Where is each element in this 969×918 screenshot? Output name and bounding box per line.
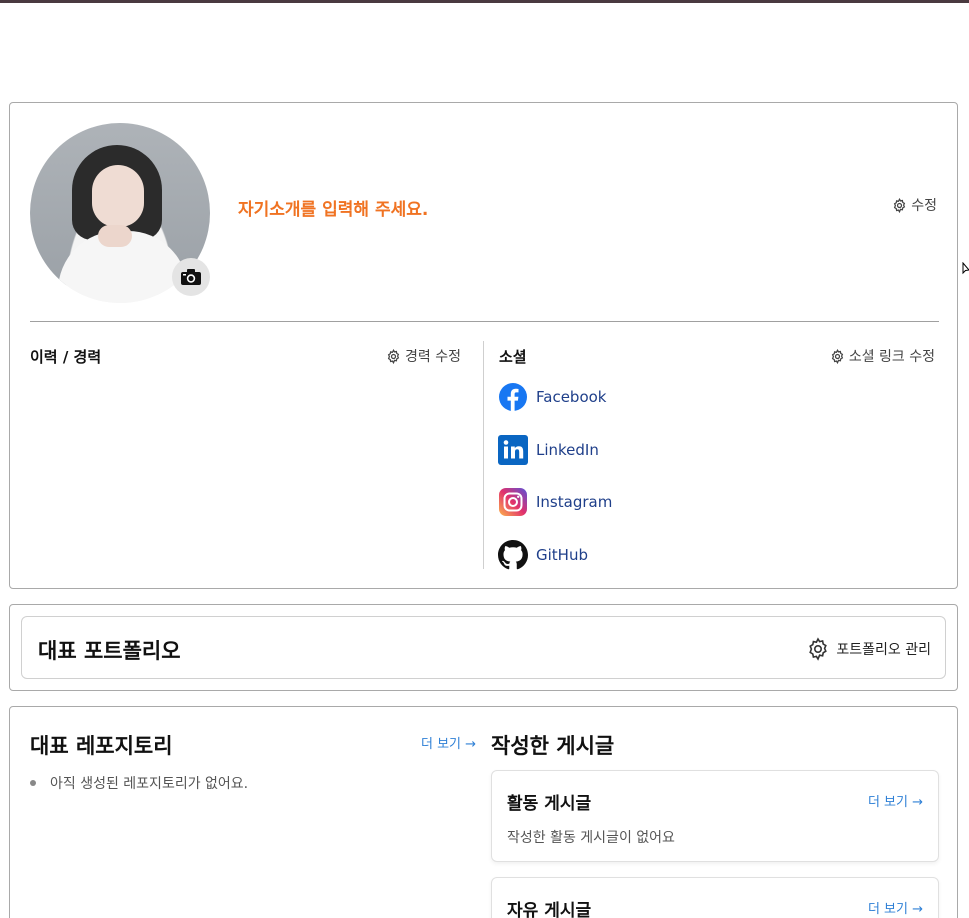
repositories-title: 대표 레포지토리 [30,734,173,758]
social-links: Facebook LinkedIn Instagram GitHub [498,382,612,592]
free-posts-card: 자유 게시글 더 보기 → [491,877,939,918]
social-link-label: LinkedIn [536,440,599,459]
career-edit-button[interactable]: 경력 수정 [386,346,461,366]
social-link-github[interactable]: GitHub [498,539,612,570]
profile-card: 자기소개를 입력해 주세요. 수정 이력 / 경력 경력 수정 소셜 소셜 링크… [9,102,958,589]
portfolio-title: 대표 포트폴리오 [38,639,181,663]
social-link-facebook[interactable]: Facebook [498,382,612,412]
intro-edit-button[interactable]: 수정 [892,195,937,215]
portfolio-card: 대표 포트폴리오 포트폴리오 관리 [9,604,958,691]
social-link-label: Facebook [536,388,607,406]
facebook-icon [498,382,528,412]
linkedin-icon [498,434,528,465]
top-border [0,0,969,3]
social-link-linkedin[interactable]: LinkedIn [498,434,612,465]
repositories-empty: 아직 생성된 레포지토리가 없어요. [30,773,248,793]
column-divider [483,341,484,569]
gear-icon [831,348,843,364]
social-link-label: GitHub [536,545,588,564]
social-link-instagram[interactable]: Instagram [498,487,612,517]
social-link-label: Instagram [536,493,613,511]
posts-title: 작성한 게시글 [491,734,615,758]
repositories-empty-text: 아직 생성된 레포지토리가 없어요. [50,776,249,792]
mouse-cursor-icon [962,262,969,275]
gear-icon [387,348,400,364]
gear-icon [809,637,828,661]
career-edit-label: 경력 수정 [405,349,461,365]
activity-posts-card: 활동 게시글 더 보기 → 작성한 활동 게시글이 없어요 [491,770,939,862]
portfolio-manage-button[interactable]: 포트폴리오 관리 [806,637,931,661]
gear-icon [894,197,906,213]
intro-edit-label: 수정 [911,198,937,214]
activity-card: 대표 레포지토리 더 보기 → 아직 생성된 레포지토리가 없어요. 작성한 게… [9,706,958,918]
portfolio-manage-label: 포트폴리오 관리 [836,642,931,658]
bullet-dot [30,780,36,786]
change-photo-button[interactable] [172,258,210,296]
portfolio-header-box: 대표 포트폴리오 포트폴리오 관리 [21,616,946,679]
github-icon [498,539,528,570]
instagram-icon [498,487,528,517]
free-posts-title: 자유 게시글 [507,901,592,918]
social-edit-button[interactable]: 소셜 링크 수정 [830,346,935,366]
activity-posts-more-link[interactable]: 더 보기 → [868,791,923,810]
section-divider [30,321,939,322]
free-posts-more-link[interactable]: 더 보기 → [868,898,923,917]
social-title: 소셜 [499,348,527,366]
camera-icon [181,269,201,285]
activity-posts-title: 활동 게시글 [507,794,592,814]
repositories-more-link[interactable]: 더 보기 → [421,733,476,752]
intro-text: 자기소개를 입력해 주세요. [238,200,429,220]
career-title: 이력 / 경력 [30,348,102,366]
activity-posts-empty-text: 작성한 활동 게시글이 없어요 [507,830,675,846]
social-edit-label: 소셜 링크 수정 [848,349,935,365]
